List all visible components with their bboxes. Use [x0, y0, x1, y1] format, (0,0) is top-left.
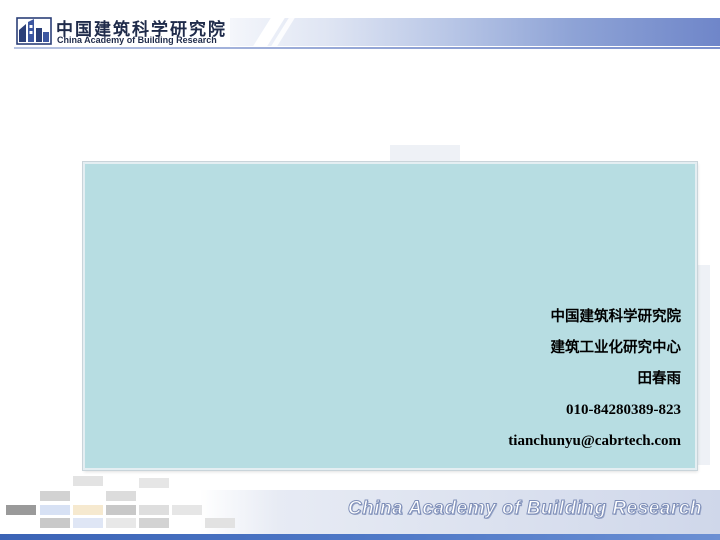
footer-tile	[139, 478, 169, 488]
footer-bar	[0, 534, 720, 540]
footer-tile	[6, 505, 36, 515]
header-stripe	[230, 18, 720, 46]
footer-tile	[172, 505, 202, 515]
footer-tile	[106, 491, 136, 501]
header: 中国建筑科学研究院 China Academy of Building Rese…	[0, 0, 720, 60]
contact-person: 田春雨	[637, 371, 682, 387]
footer-tile	[40, 491, 70, 501]
logo-title-en: China Academy of Building Research	[57, 35, 217, 45]
footer-tile	[139, 505, 169, 515]
content-panel: 中国建筑科学研究院 建筑工业化研究中心 田春雨 010-84280389-823…	[83, 162, 697, 470]
footer-tile	[73, 476, 103, 486]
department-name: 建筑工业化研究中心	[550, 340, 682, 356]
organization-name: 中国建筑科学研究院	[550, 309, 682, 325]
footer-tile	[73, 505, 103, 515]
email-address[interactable]: tianchunyu@cabrtech.com	[508, 426, 681, 457]
footer-tile	[73, 518, 103, 528]
footer-tile	[205, 518, 235, 528]
header-underline	[14, 47, 720, 49]
phone-number: 010-84280389-823	[566, 402, 681, 418]
footer-tile	[106, 518, 136, 528]
footer-tile	[40, 505, 70, 515]
footer-tile	[40, 518, 70, 528]
footer-tile	[139, 518, 169, 528]
contact-block: 中国建筑科学研究院 建筑工业化研究中心 田春雨 010-84280389-823…	[508, 302, 681, 457]
footer-brand-text: China Academy of Building Research	[347, 498, 702, 520]
cabr-logo-icon	[16, 17, 52, 45]
footer-tile	[106, 505, 136, 515]
